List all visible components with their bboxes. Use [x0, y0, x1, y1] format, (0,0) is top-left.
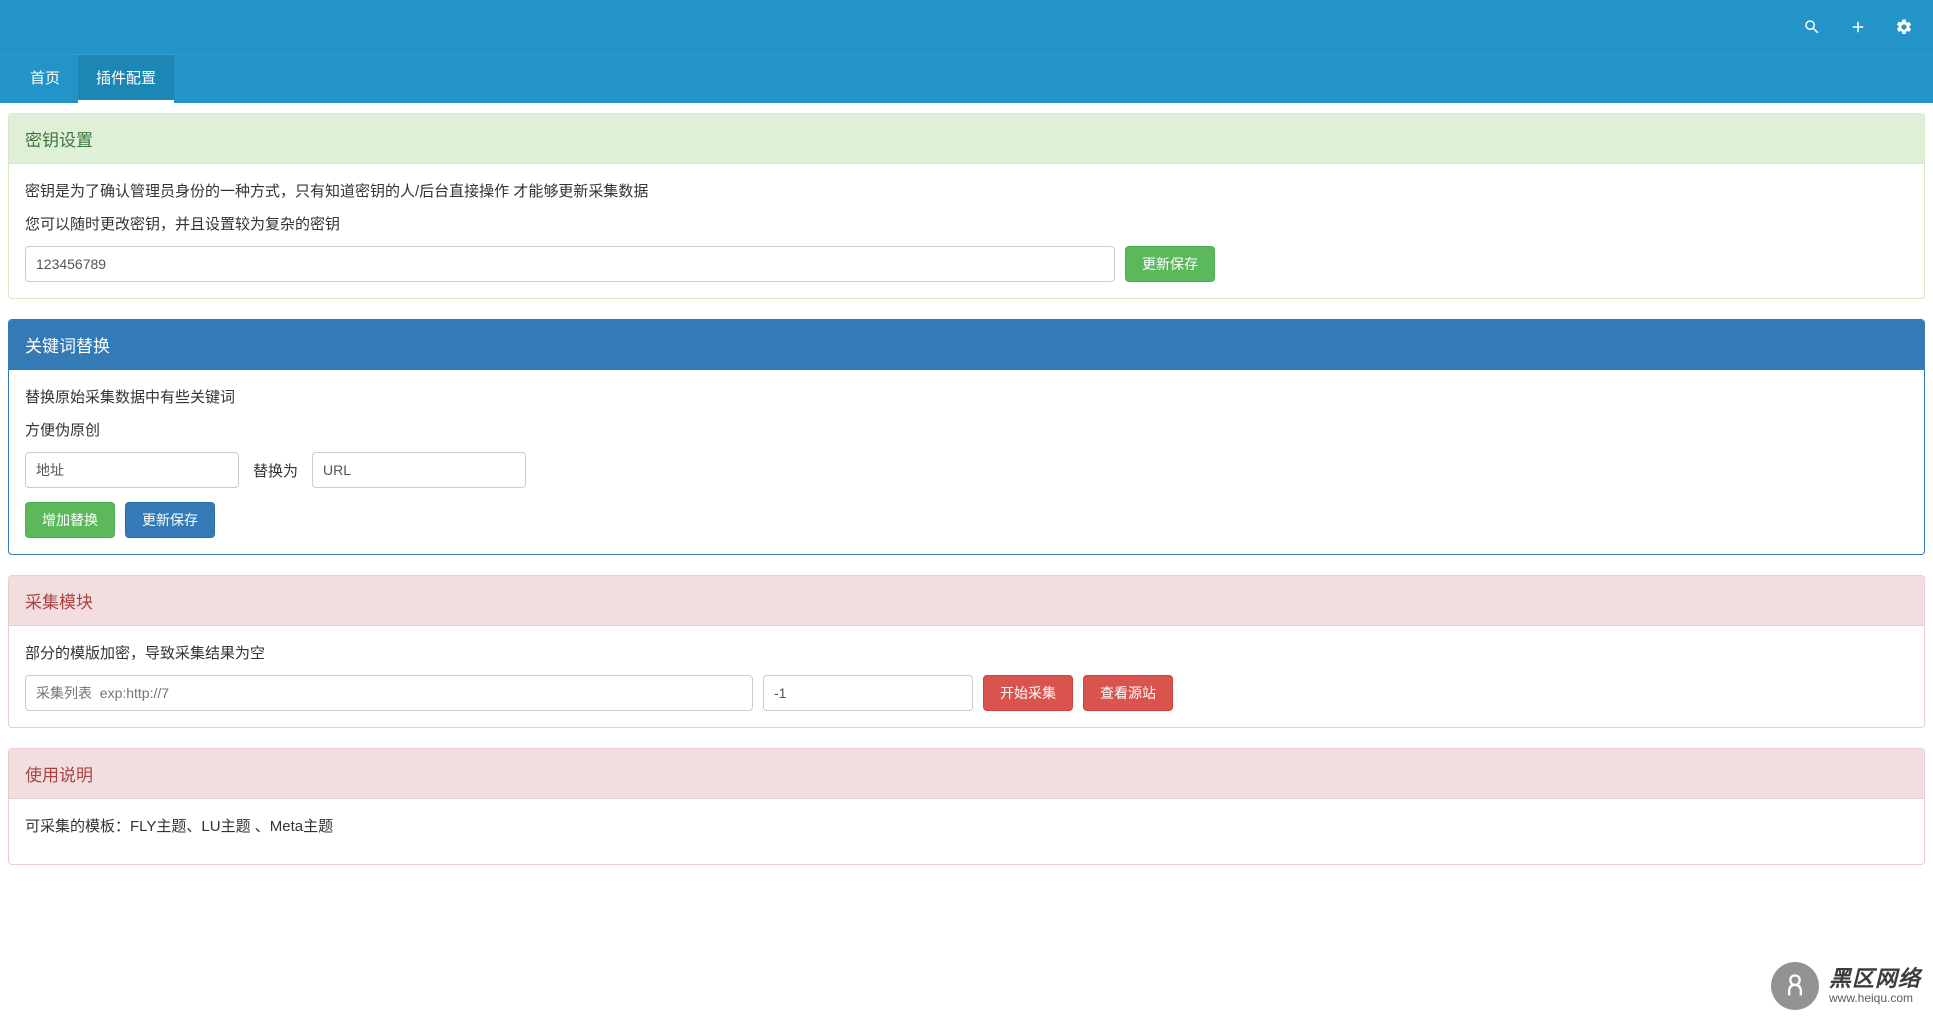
topbar [0, 0, 1933, 54]
page-content: 密钥设置 密钥是为了确认管理员身份的一种方式，只有知道密钥的人/后台直接操作 才… [0, 103, 1933, 925]
secret-save-button[interactable]: 更新保存 [1125, 246, 1215, 282]
search-icon[interactable] [1803, 18, 1821, 36]
collect-desc-1: 部分的模版加密，导致采集结果为空 [25, 642, 1908, 663]
usage-desc-1: 可采集的模板：FLY主题、LU主题 、Meta主题 [25, 815, 1908, 836]
plus-icon[interactable] [1849, 18, 1867, 36]
keyword-desc-1: 替换原始采集数据中有些关键词 [25, 386, 1908, 407]
watermark-logo-icon [1771, 962, 1819, 1010]
keyword-from-input[interactable] [25, 452, 239, 488]
collect-view-source-button[interactable]: 查看源站 [1083, 675, 1173, 711]
panel-usage-heading: 使用说明 [9, 749, 1924, 799]
collect-list-input[interactable] [25, 675, 753, 711]
secret-desc-1: 密钥是为了确认管理员身份的一种方式，只有知道密钥的人/后台直接操作 才能够更新采… [25, 180, 1908, 201]
secret-desc-2: 您可以随时更改密钥，并且设置较为复杂的密钥 [25, 213, 1908, 234]
panel-collect-heading: 采集模块 [9, 576, 1924, 626]
keyword-to-input[interactable] [312, 452, 526, 488]
secret-key-input[interactable] [25, 246, 1115, 282]
tabs: 首页 插件配置 [0, 54, 1933, 103]
watermark: 黑区网络 www.heiqu.com [1771, 962, 1921, 1010]
keyword-save-button[interactable]: 更新保存 [125, 502, 215, 538]
gear-icon[interactable] [1895, 18, 1913, 36]
collect-num-input[interactable] [763, 675, 973, 711]
tab-home[interactable]: 首页 [12, 55, 78, 103]
tab-plugin-config[interactable]: 插件配置 [78, 55, 174, 103]
watermark-main-text: 黑区网络 [1829, 967, 1921, 991]
panel-secret-heading: 密钥设置 [9, 114, 1924, 164]
keyword-desc-2: 方便伪原创 [25, 419, 1908, 440]
keyword-replace-to-label: 替换为 [249, 460, 302, 481]
keyword-add-button[interactable]: 增加替换 [25, 502, 115, 538]
panel-secret: 密钥设置 密钥是为了确认管理员身份的一种方式，只有知道密钥的人/后台直接操作 才… [8, 113, 1925, 299]
panel-usage: 使用说明 可采集的模板：FLY主题、LU主题 、Meta主题 [8, 748, 1925, 865]
panel-collect: 采集模块 部分的模版加密，导致采集结果为空 开始采集 查看源站 [8, 575, 1925, 728]
panel-keyword: 关键词替换 替换原始采集数据中有些关键词 方便伪原创 替换为 增加替换 更新保存 [8, 319, 1925, 555]
watermark-sub-text: www.heiqu.com [1829, 992, 1921, 1005]
panel-keyword-heading: 关键词替换 [9, 320, 1924, 370]
collect-start-button[interactable]: 开始采集 [983, 675, 1073, 711]
